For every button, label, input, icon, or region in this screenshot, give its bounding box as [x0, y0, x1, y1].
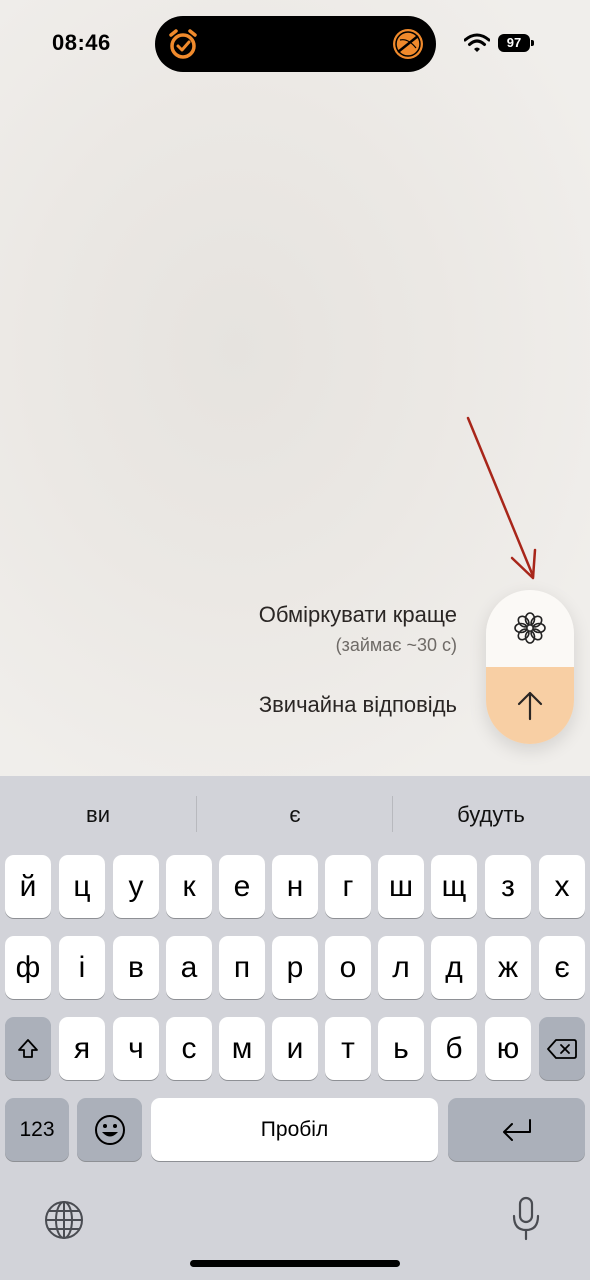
key[interactable]: л — [378, 936, 424, 999]
numbers-key[interactable]: 123 — [5, 1098, 69, 1161]
key[interactable]: а — [166, 936, 212, 999]
key[interactable]: з — [485, 855, 531, 918]
status-time: 08:46 — [52, 30, 111, 55]
key[interactable]: у — [113, 855, 159, 918]
key[interactable]: ь — [378, 1017, 424, 1080]
key[interactable]: м — [219, 1017, 265, 1080]
return-key[interactable] — [448, 1098, 585, 1161]
key[interactable]: в — [113, 936, 159, 999]
battery-level: 97 — [498, 34, 530, 52]
wifi-icon — [464, 33, 490, 52]
suggestion-1[interactable]: ви — [0, 776, 196, 854]
key[interactable]: о — [325, 936, 371, 999]
suggestion-2[interactable]: є — [197, 776, 393, 854]
delete-key[interactable] — [539, 1017, 585, 1080]
key[interactable]: п — [219, 936, 265, 999]
key[interactable]: ч — [113, 1017, 159, 1080]
emoji-key[interactable] — [77, 1098, 142, 1161]
key[interactable]: к — [166, 855, 212, 918]
keyboard: ви є будуть й ц у к е н г ш щ з х ф і в … — [0, 776, 590, 1280]
space-key[interactable]: Пробіл — [151, 1098, 438, 1161]
return-icon — [502, 1118, 531, 1141]
home-indicator — [190, 1260, 400, 1267]
battery-icon: 97 — [498, 34, 534, 52]
key[interactable]: н — [272, 855, 318, 918]
normal-answer-option[interactable]: Звичайна відповідь — [259, 692, 457, 718]
shift-icon — [18, 1038, 38, 1058]
key[interactable]: д — [431, 936, 477, 999]
key[interactable]: і — [59, 936, 105, 999]
key[interactable]: х — [539, 855, 585, 918]
focus-icon — [393, 29, 423, 59]
globe-icon[interactable] — [43, 1199, 85, 1241]
key[interactable]: б — [431, 1017, 477, 1080]
send-mode-pill — [486, 590, 574, 744]
key[interactable]: т — [325, 1017, 371, 1080]
think-better-button[interactable] — [486, 590, 574, 667]
mic-icon[interactable] — [511, 1196, 541, 1242]
key[interactable]: й — [5, 855, 51, 918]
think-better-duration: (займає ~30 с) — [335, 635, 457, 655]
key[interactable]: є — [539, 936, 585, 999]
key[interactable]: с — [166, 1017, 212, 1080]
arrow-up-icon — [517, 691, 543, 721]
annotation-arrow — [466, 416, 537, 580]
flower-icon — [514, 612, 546, 644]
delete-icon — [547, 1038, 577, 1059]
key[interactable]: ф — [5, 936, 51, 999]
key[interactable]: ц — [59, 855, 105, 918]
key[interactable]: ж — [485, 936, 531, 999]
key[interactable]: щ — [431, 855, 477, 918]
key[interactable]: и — [272, 1017, 318, 1080]
dynamic-island — [155, 16, 436, 72]
alarm-icon — [169, 29, 197, 59]
emoji-icon — [94, 1114, 125, 1145]
key[interactable]: р — [272, 936, 318, 999]
suggestion-3[interactable]: будуть — [393, 776, 589, 854]
key[interactable]: г — [325, 855, 371, 918]
key[interactable]: ю — [485, 1017, 531, 1080]
send-button[interactable] — [486, 667, 574, 744]
key[interactable]: е — [219, 855, 265, 918]
shift-key[interactable] — [5, 1017, 51, 1080]
key[interactable]: я — [59, 1017, 105, 1080]
key[interactable]: ш — [378, 855, 424, 918]
think-better-option[interactable]: Обміркувати краще — [259, 602, 457, 628]
